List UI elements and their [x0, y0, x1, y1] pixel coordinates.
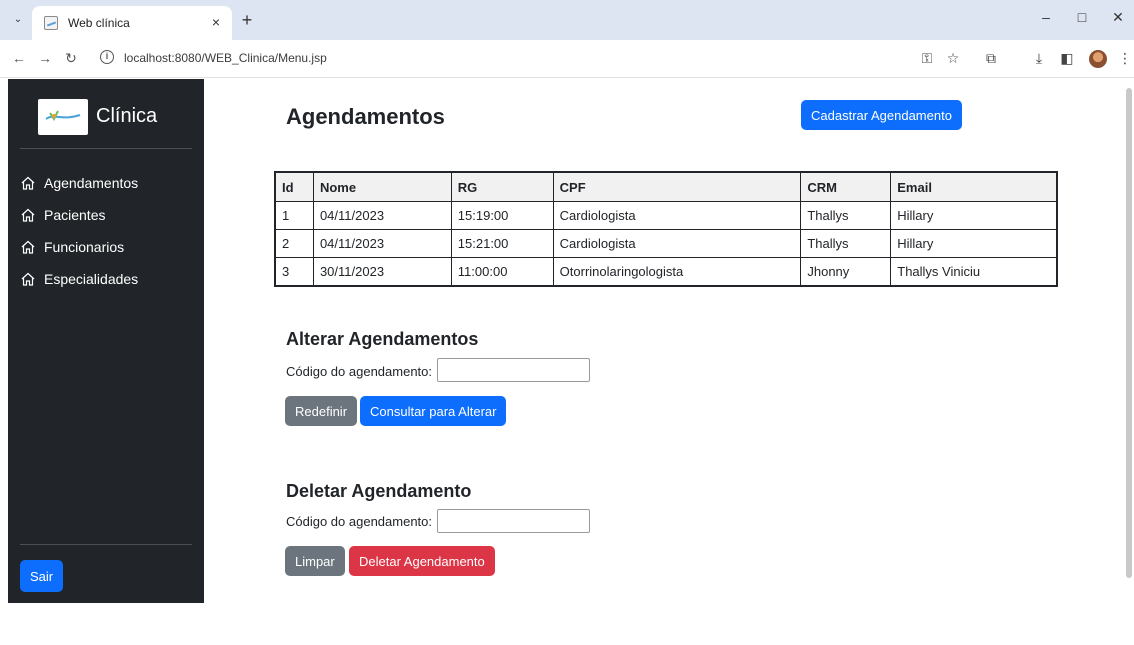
browser-tab[interactable]: Web clínica × — [32, 6, 232, 40]
home-icon — [21, 240, 35, 254]
table-cell: 30/11/2023 — [312, 257, 452, 286]
sidebar-item-especialidades[interactable]: Especialidades — [20, 263, 138, 295]
home-icon — [21, 272, 35, 286]
table-cell: Jhonny — [800, 257, 892, 286]
column-header: Id — [275, 172, 314, 202]
table-row: 3 30/11/2023 11:00:00 Otorrinolaringolog… — [275, 257, 1057, 286]
sidebar-item-label: Funcionarios — [44, 239, 125, 255]
delete-section-title: Deletar Agendamento — [286, 481, 472, 501]
table-row: 2 04/11/2023 15:21:00 Cardiologista Thal… — [275, 229, 1057, 258]
column-header: Nome — [312, 172, 452, 202]
tab-close-icon[interactable]: × — [212, 14, 220, 30]
tab-favicon-icon — [44, 16, 58, 30]
sidebar: Clínica Agendamentos Pacientes Funcionar… — [8, 79, 204, 603]
alter-section-title: Alterar Agendamentos — [286, 329, 479, 349]
sidebar-item-label: Agendamentos — [44, 175, 139, 191]
table-cell: 04/11/2023 — [312, 201, 452, 230]
column-header: Email — [890, 172, 1057, 202]
tab-search-chevron-icon[interactable]: ⌄ — [8, 10, 28, 30]
main-content: Agendamentos Cadastrar Agendamento Id No… — [204, 79, 1124, 603]
table-cell: 1 — [275, 201, 314, 230]
delete-code-label: Código do agendamento: — [286, 514, 433, 529]
home-icon — [21, 176, 35, 190]
appointments-table: Id Nome RG CPF CRM Email 1 04/11/2023 15… — [274, 171, 1058, 287]
table-cell: 15:21:00 — [450, 229, 554, 258]
sidebar-item-label: Pacientes — [44, 207, 106, 223]
url-field[interactable]: i localhost:8080/WEB_Clinica/Menu.jsp — [96, 46, 946, 72]
address-bar-row: ← → ↻ i localhost:8080/WEB_Clinica/Menu.… — [0, 40, 1134, 78]
sidebar-item-label: Especialidades — [44, 271, 139, 287]
table-cell: 04/11/2023 — [312, 229, 452, 258]
table-header-row: Id Nome RG CPF CRM Email — [275, 172, 1057, 202]
bookmark-star-icon[interactable]: ☆ — [944, 50, 962, 67]
add-appointment-button[interactable]: Cadastrar Agendamento — [801, 100, 962, 130]
reload-icon[interactable]: ↻ — [62, 50, 80, 67]
delete-code-input[interactable] — [437, 509, 590, 533]
minimize-icon[interactable]: – — [1036, 9, 1056, 25]
download-icon[interactable]: ⤓ — [1030, 50, 1048, 67]
alter-submit-button[interactable]: Consultar para Alterar — [360, 396, 507, 426]
url-text: localhost:8080/WEB_Clinica/Menu.jsp — [124, 51, 327, 65]
table-cell: Cardiologista — [552, 201, 802, 230]
table-row: 1 04/11/2023 15:19:00 Cardiologista Thal… — [275, 201, 1057, 230]
sidebar-divider-bottom — [20, 544, 192, 545]
side-panel-icon[interactable]: ◧ — [1058, 50, 1076, 67]
table-cell: Thallys Viniciu — [890, 257, 1057, 286]
site-info-icon[interactable]: i — [100, 50, 114, 64]
table-cell: 2 — [275, 229, 314, 258]
table-cell: Thallys — [800, 229, 892, 258]
clinic-logo-icon — [38, 99, 88, 135]
alter-code-label: Código do agendamento: — [286, 364, 433, 379]
sidebar-item-pacientes[interactable]: Pacientes — [20, 199, 138, 231]
alter-code-input[interactable] — [437, 358, 590, 382]
table-cell: 11:00:00 — [450, 257, 554, 286]
column-header: RG — [450, 172, 554, 202]
sidebar-item-agendamentos[interactable]: Agendamentos — [20, 167, 138, 199]
table-cell: Thallys — [800, 201, 892, 230]
table-cell: 3 — [275, 257, 314, 286]
delete-reset-button[interactable]: Limpar — [285, 546, 345, 576]
table-cell: Hillary — [890, 201, 1057, 230]
forward-icon[interactable]: → — [36, 50, 54, 66]
tab-title: Web clínica — [68, 16, 130, 30]
table-cell: Hillary — [890, 229, 1057, 258]
sidebar-divider — [20, 148, 192, 149]
close-window-icon[interactable]: ✕ — [1108, 9, 1128, 26]
sidebar-nav: Agendamentos Pacientes Funcionarios Espe… — [20, 167, 138, 295]
table-cell: 15:19:00 — [450, 201, 554, 230]
home-icon — [21, 208, 35, 222]
browser-tab-bar: ⌄ Web clínica × + – □ ✕ — [0, 0, 1134, 40]
alter-reset-button[interactable]: Redefinir — [285, 396, 358, 426]
back-icon[interactable]: ← — [10, 50, 28, 66]
table-cell: Otorrinolaringologista — [552, 257, 802, 286]
maximize-icon[interactable]: □ — [1072, 9, 1092, 25]
key-icon[interactable]: ⚿ — [918, 50, 936, 67]
scrollbar[interactable] — [1126, 88, 1132, 578]
sidebar-item-funcionarios[interactable]: Funcionarios — [20, 231, 138, 263]
logout-button[interactable]: Sair — [20, 560, 63, 592]
column-header: CPF — [552, 172, 802, 202]
more-menu-icon[interactable]: ⋮ — [1116, 50, 1134, 67]
page-title: Agendamentos — [286, 104, 445, 129]
extensions-icon[interactable]: ⧉ — [982, 50, 1000, 67]
delete-submit-button[interactable]: Deletar Agendamento — [349, 546, 495, 576]
column-header: CRM — [800, 172, 892, 202]
table-cell: Cardiologista — [552, 229, 802, 258]
profile-avatar[interactable] — [1089, 50, 1107, 68]
brand-name: Clínica — [96, 105, 158, 127]
new-tab-icon[interactable]: + — [236, 10, 258, 32]
